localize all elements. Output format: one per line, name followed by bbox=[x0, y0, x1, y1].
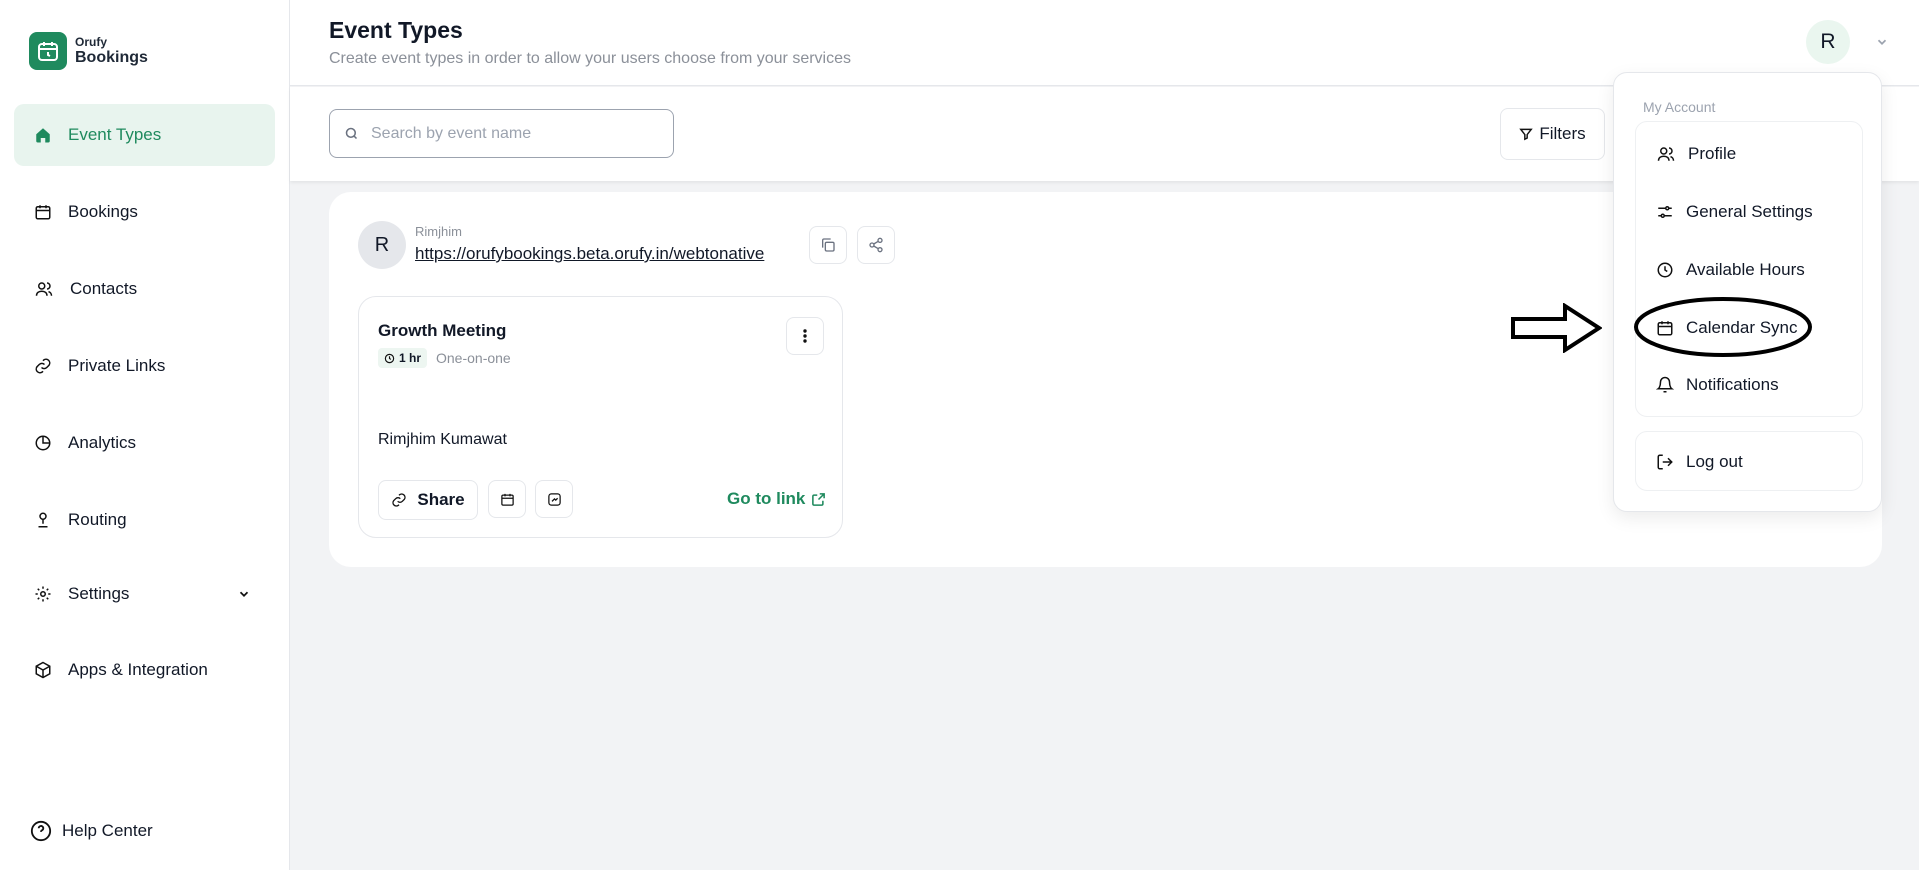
help-center-label: Help Center bbox=[62, 821, 153, 840]
filters-label: Filters bbox=[1539, 124, 1586, 143]
embed-icon bbox=[547, 492, 561, 506]
go-to-link[interactable]: Go to link bbox=[727, 489, 826, 509]
sidebar-item-label: Apps & Integration bbox=[68, 660, 208, 679]
annotation-arrow-icon bbox=[1511, 303, 1602, 353]
route-icon bbox=[38, 512, 48, 528]
filters-button[interactable]: Filters bbox=[1500, 108, 1605, 160]
menu-item-label: Available Hours bbox=[1686, 260, 1805, 279]
owner-booking-link[interactable]: https://orufybookings.beta.orufy.in/webt… bbox=[415, 244, 764, 264]
go-to-link-label: Go to link bbox=[727, 489, 806, 508]
package-icon bbox=[35, 661, 51, 679]
search-icon bbox=[345, 127, 358, 140]
menu-item-label: Notifications bbox=[1686, 375, 1779, 394]
add-to-calendar-button[interactable] bbox=[488, 480, 526, 518]
menu-item-general-settings[interactable]: General Settings bbox=[1656, 192, 1813, 232]
page-title: Event Types bbox=[329, 17, 463, 43]
help-center-link[interactable]: Help Center bbox=[30, 820, 153, 842]
sidebar-item-label: Analytics bbox=[68, 433, 137, 452]
logout-group: Log out bbox=[1635, 431, 1863, 491]
page-subtitle: Create event types in order to allow you… bbox=[329, 50, 852, 67]
sidebar-item-analytics[interactable]: Analytics bbox=[14, 412, 275, 474]
event-menu-button[interactable] bbox=[786, 317, 824, 355]
event-card[interactable]: Growth Meeting 1 hr One-on-one Rimjhim K… bbox=[358, 296, 843, 538]
share-icon bbox=[869, 237, 883, 253]
event-kind: One-on-one bbox=[436, 350, 511, 366]
bell-icon bbox=[1656, 376, 1674, 393]
more-vertical-icon bbox=[803, 329, 807, 343]
sidebar-item-event-types[interactable]: Event Types bbox=[14, 104, 275, 166]
gear-icon bbox=[35, 586, 51, 602]
home-icon bbox=[36, 128, 50, 143]
link-icon bbox=[392, 493, 406, 507]
copy-icon bbox=[822, 238, 835, 252]
share-link-button[interactable] bbox=[857, 226, 895, 264]
sidebar-item-private-links[interactable]: Private Links bbox=[14, 335, 275, 397]
share-button[interactable]: Share bbox=[378, 480, 478, 520]
menu-item-label: Profile bbox=[1688, 144, 1737, 163]
link-icon bbox=[35, 358, 51, 374]
dropdown-heading: My Account bbox=[1643, 99, 1716, 115]
annotation-ellipse bbox=[1634, 297, 1812, 357]
sidebar-item-settings[interactable]: Settings bbox=[14, 563, 275, 625]
copy-link-button[interactable] bbox=[809, 226, 847, 264]
search-placeholder: Search by event name bbox=[371, 124, 532, 142]
sidebar-item-label: Bookings bbox=[68, 202, 138, 221]
logout-label: Log out bbox=[1686, 452, 1743, 471]
sliders-icon bbox=[1658, 206, 1672, 218]
sidebar-item-label: Private Links bbox=[68, 356, 166, 375]
dropdown-group: Profile General Settings Available Hours… bbox=[1635, 121, 1863, 417]
menu-item-logout[interactable]: Log out bbox=[1656, 442, 1743, 482]
logout-icon bbox=[1657, 454, 1673, 470]
event-host: Rimjhim Kumawat bbox=[378, 431, 507, 448]
sidebar-item-routing[interactable]: Routing bbox=[14, 489, 275, 551]
help-circle-icon bbox=[30, 820, 52, 842]
duration-badge: 1 hr bbox=[378, 348, 428, 368]
share-label: Share bbox=[417, 490, 465, 509]
filter-icon bbox=[1519, 128, 1534, 141]
calendar-logo-icon bbox=[29, 32, 67, 70]
account-dropdown: My Account Profile General Settings Avai… bbox=[1613, 72, 1882, 512]
account-avatar[interactable]: R bbox=[1806, 20, 1850, 64]
embed-button[interactable] bbox=[535, 480, 573, 518]
users-icon bbox=[35, 282, 53, 296]
search-input[interactable]: Search by event name bbox=[329, 109, 674, 158]
owner-avatar: R bbox=[358, 221, 406, 269]
chevron-down-icon[interactable] bbox=[1875, 35, 1889, 49]
brand-small: Orufy bbox=[75, 35, 108, 49]
sidebar-item-apps-integration[interactable]: Apps & Integration bbox=[14, 639, 275, 701]
event-title: Growth Meeting bbox=[378, 321, 507, 340]
owner-name: Rimjhim bbox=[415, 224, 462, 239]
brand-logo[interactable]: Orufy Bookings bbox=[29, 32, 148, 70]
calendar-icon bbox=[35, 205, 51, 220]
sidebar-item-bookings[interactable]: Bookings bbox=[14, 181, 275, 243]
external-link-icon bbox=[812, 492, 826, 506]
calendar-icon bbox=[500, 493, 514, 506]
users-icon bbox=[1657, 147, 1675, 161]
clock-icon bbox=[1657, 262, 1673, 278]
sidebar-item-label: Routing bbox=[68, 510, 127, 529]
brand-big: Bookings bbox=[75, 49, 148, 66]
sidebar-item-label: Settings bbox=[68, 584, 130, 603]
sidebar-item-label: Contacts bbox=[70, 279, 138, 298]
duration-label: 1 hr bbox=[399, 351, 422, 365]
menu-item-available-hours[interactable]: Available Hours bbox=[1656, 250, 1805, 290]
sidebar-item-contacts[interactable]: Contacts bbox=[14, 258, 275, 320]
sidebar-item-label: Event Types bbox=[68, 125, 162, 144]
menu-item-profile[interactable]: Profile bbox=[1656, 134, 1736, 174]
chevron-down-icon[interactable] bbox=[237, 587, 251, 601]
pie-chart-icon bbox=[35, 435, 51, 451]
menu-item-notifications[interactable]: Notifications bbox=[1656, 365, 1779, 405]
clock-icon bbox=[384, 353, 395, 363]
menu-item-label: General Settings bbox=[1686, 202, 1813, 221]
sidebar: Orufy Bookings Event Types Bookings Cont… bbox=[0, 0, 290, 870]
